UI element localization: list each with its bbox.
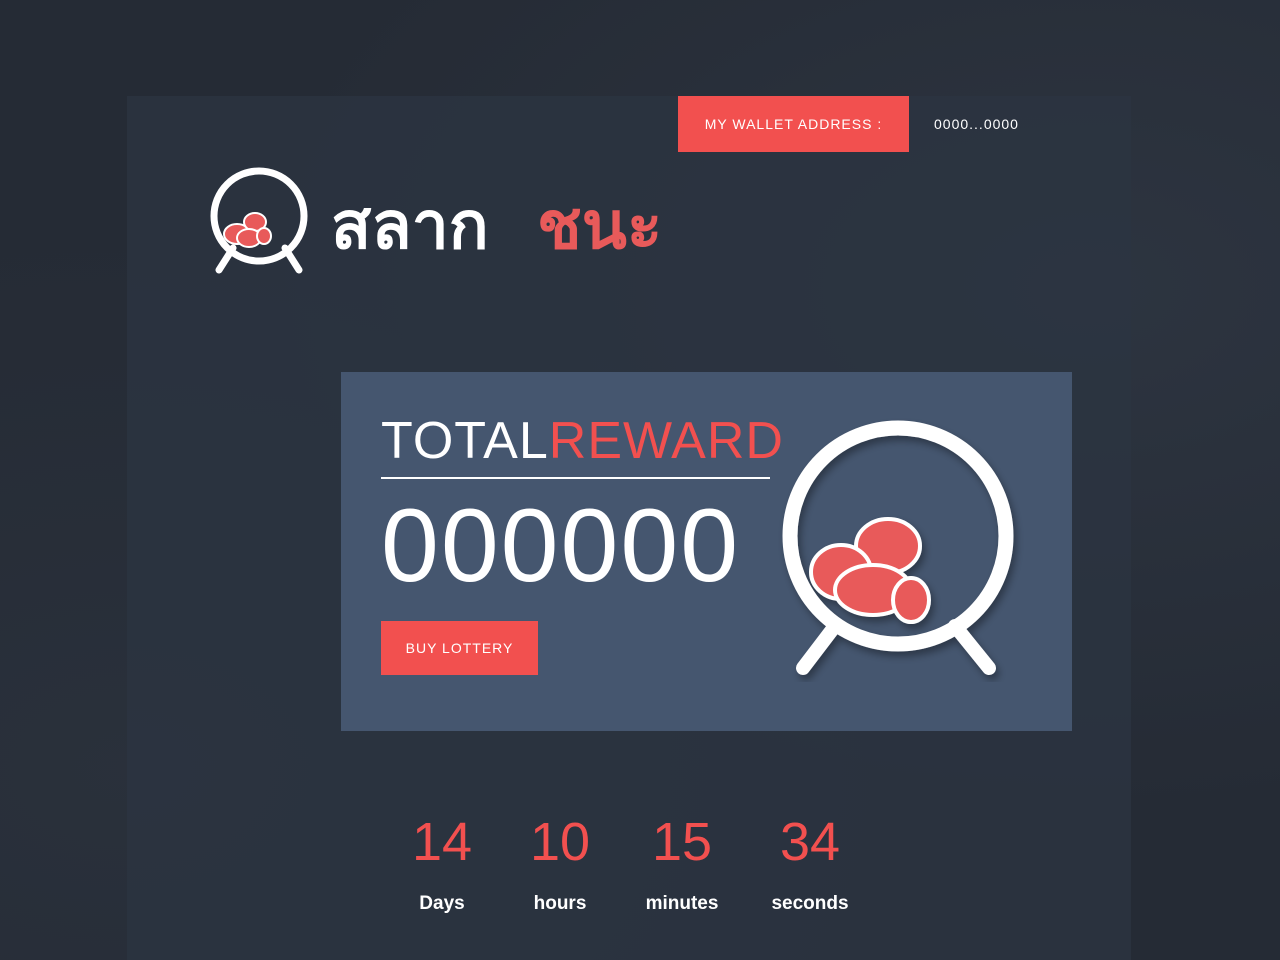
lottery-ball-cage-icon: [782, 420, 1014, 675]
reward-title: TOTALREWARD: [381, 410, 783, 472]
countdown-minutes: 15 minutes: [612, 806, 752, 916]
logo-text-red: ชนะ: [537, 187, 662, 264]
countdown-timer: 14 Days 10 hours 15 minutes 34 seconds: [0, 806, 1280, 926]
countdown-hours-label: hours: [533, 893, 587, 914]
countdown-seconds-value: 34: [779, 812, 841, 872]
reward-title-reward: REWARD: [548, 412, 784, 470]
countdown-minutes-label: minutes: [645, 893, 719, 914]
logo-text-white: สลาก: [331, 187, 489, 264]
site-logo[interactable]: สลาก ชนะ: [207, 164, 687, 280]
countdown-seconds: 34 seconds: [740, 806, 880, 916]
countdown-hours-value: 10: [529, 812, 591, 872]
total-reward-card: TOTALREWARD 000000 BUY LOTTERY: [341, 372, 1072, 731]
reward-divider: [381, 477, 770, 479]
countdown-seconds-label: seconds: [771, 893, 849, 914]
wallet-address-value: 0000...0000: [934, 116, 1019, 132]
wallet-address-button[interactable]: MY WALLET ADDRESS :: [678, 96, 909, 152]
countdown-hours: 10 hours: [490, 806, 630, 916]
lottery-ball-cage-icon: [210, 167, 308, 274]
reward-title-total: TOTAL: [381, 412, 549, 470]
buy-lottery-button[interactable]: BUY LOTTERY: [381, 621, 538, 675]
reward-amount: 000000: [381, 488, 741, 604]
countdown-minutes-value: 15: [651, 812, 713, 872]
